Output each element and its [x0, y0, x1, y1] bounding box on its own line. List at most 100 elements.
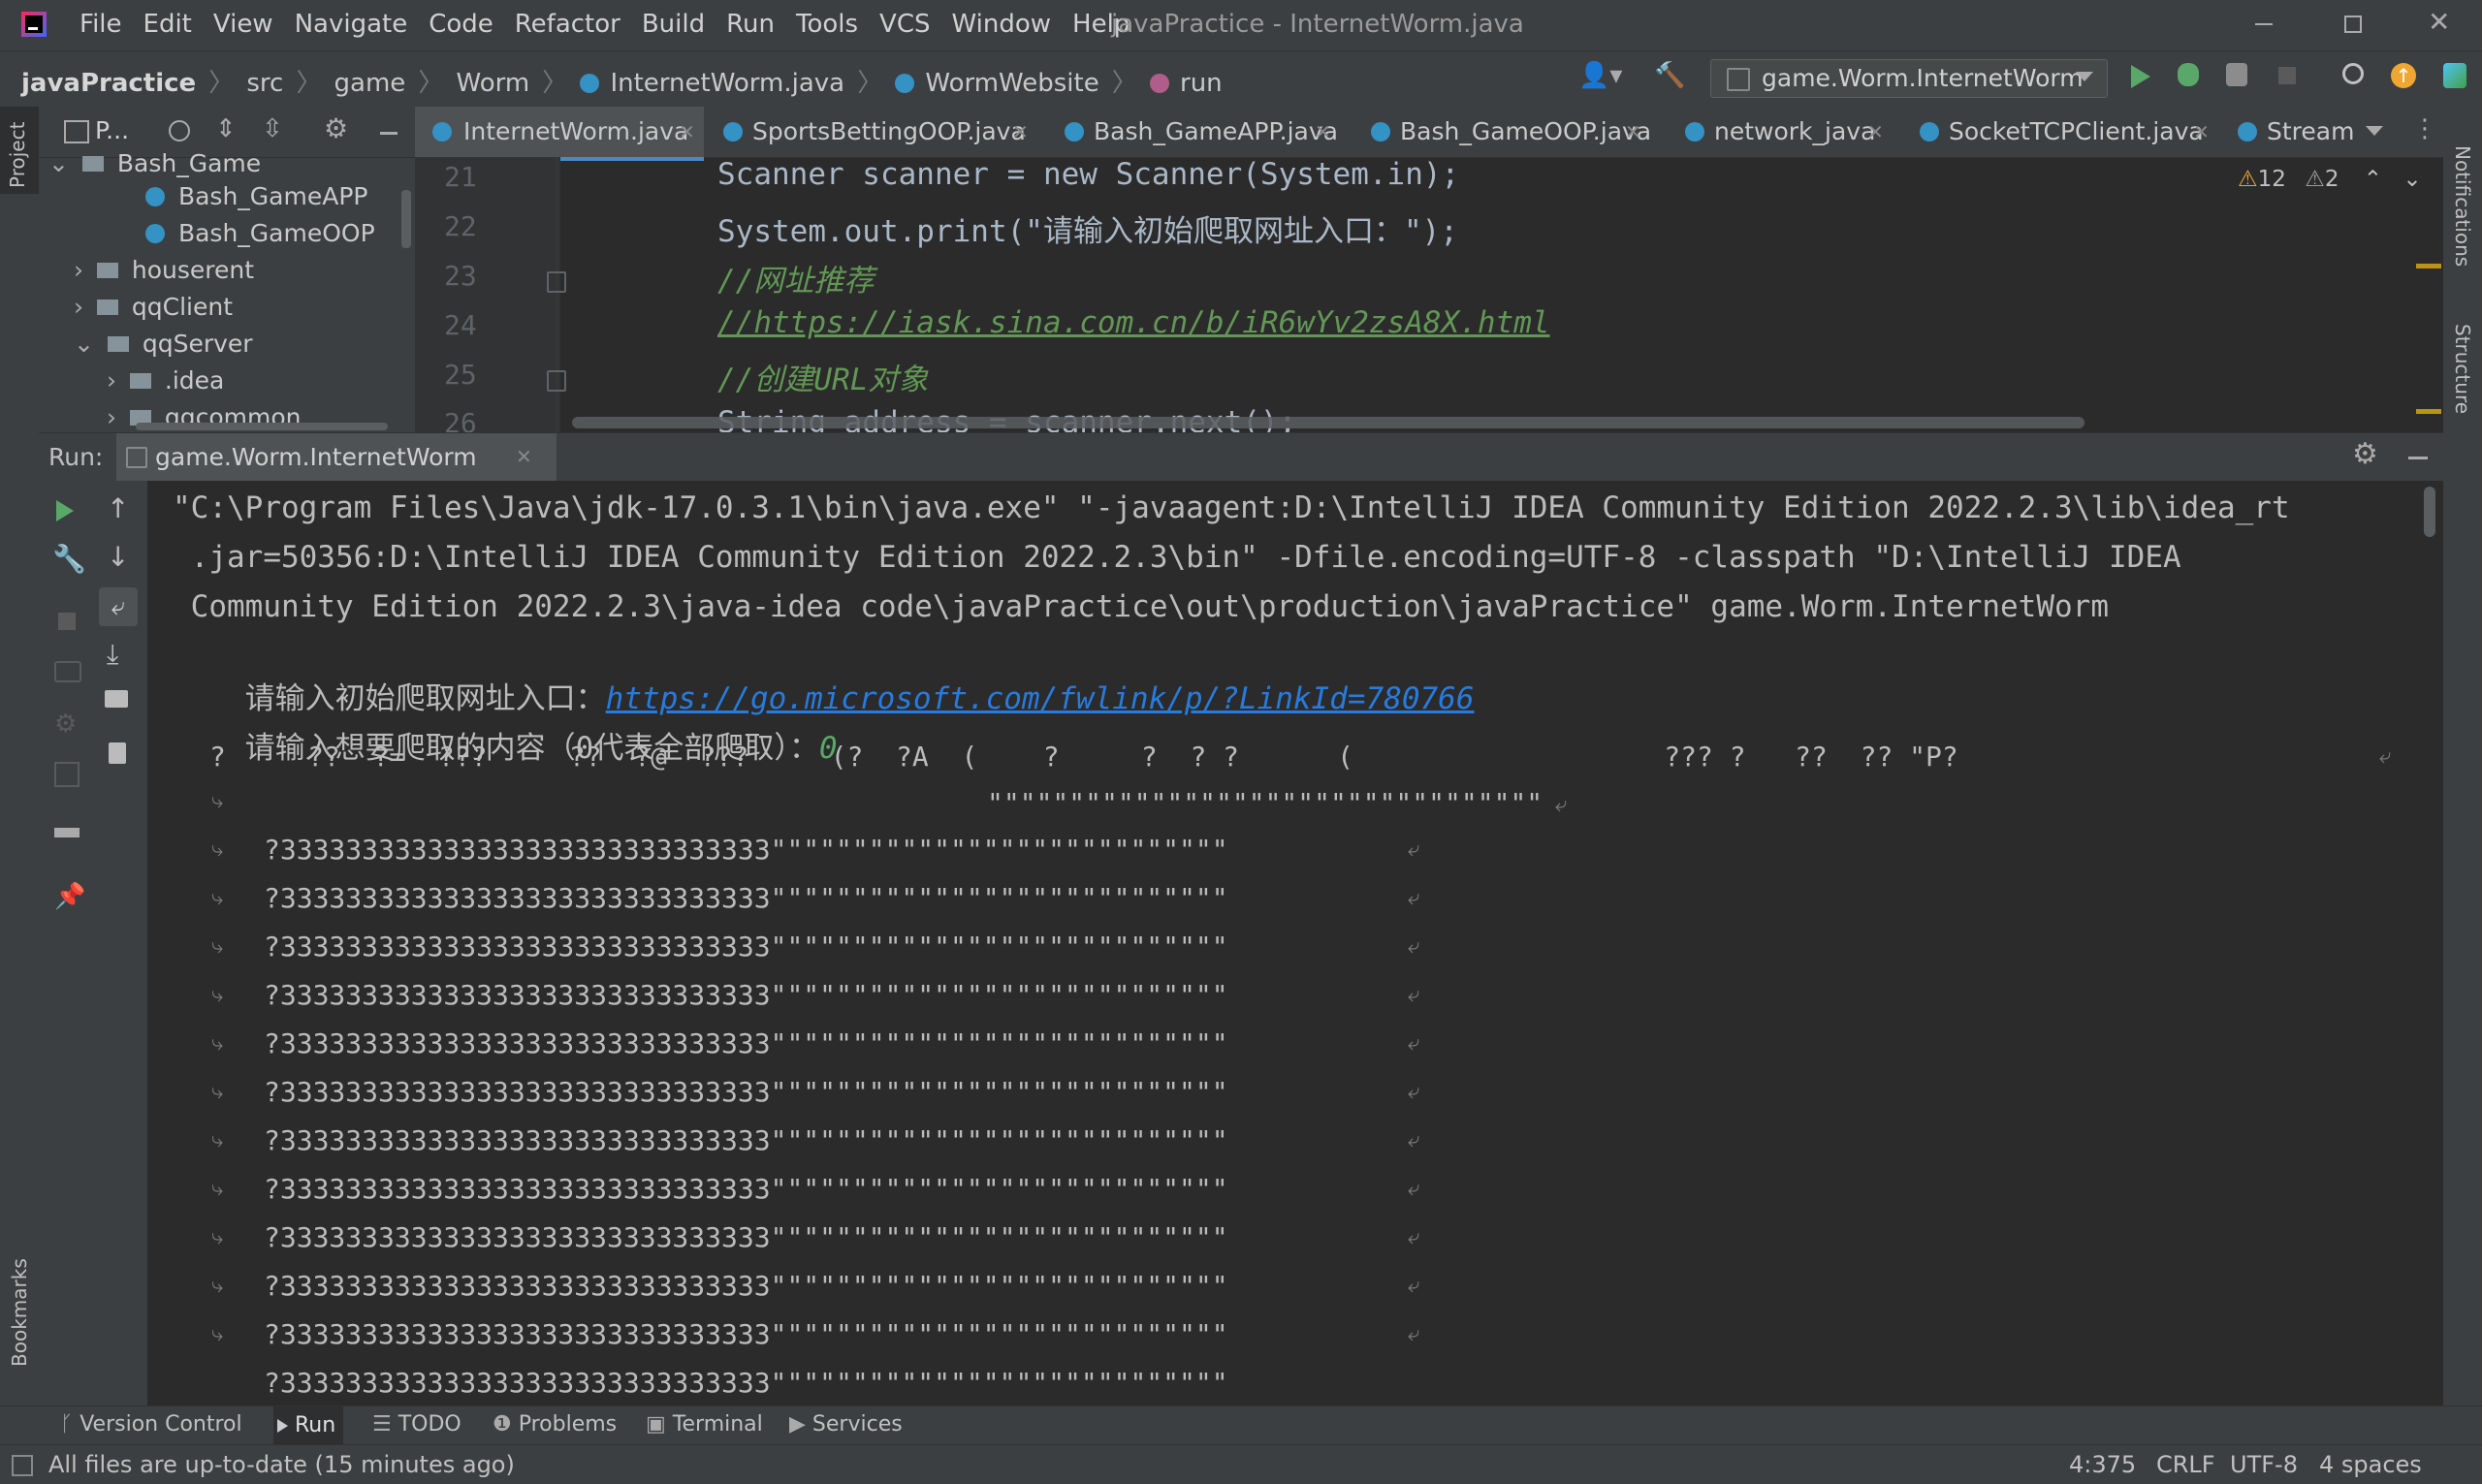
crumb-src[interactable]: src [246, 69, 283, 98]
wrench-icon[interactable]: 🔧 [52, 543, 86, 575]
tool-todo[interactable]: ☰ TODO [372, 1412, 461, 1437]
crumb-project[interactable]: javaPractice [21, 69, 196, 98]
bookmarks-tool-button[interactable]: Bookmarks [0, 1241, 39, 1396]
status-message[interactable]: All files are up-to-date (15 minutes ago… [48, 1451, 515, 1478]
close-icon[interactable]: ✕ [679, 107, 695, 157]
menu-file[interactable]: File [80, 10, 122, 39]
stop-button[interactable] [58, 613, 76, 630]
tab-bash-gameoop[interactable]: Bash_GameOOP.java ✕ [1361, 107, 1656, 157]
structure-tool-button[interactable]: Structure [2443, 310, 2482, 446]
update-icon[interactable]: ↑ [2391, 63, 2416, 88]
more-options-icon[interactable]: ⋮ [2412, 114, 2437, 143]
menu-run[interactable]: Run [726, 10, 775, 39]
close-icon[interactable]: ✕ [1012, 107, 1029, 157]
stop-button[interactable] [2278, 67, 2296, 84]
file-encoding[interactable]: UTF-8 [2230, 1451, 2298, 1478]
tool-version-control[interactable]: ᚴ Version Control [60, 1412, 242, 1437]
tab-sockettcpclient[interactable]: SocketTCPClient.java ✕ [1910, 107, 2222, 157]
tabs-dropdown-icon[interactable] [2366, 126, 2383, 136]
search-icon[interactable] [2342, 63, 2364, 84]
build-hammer-icon[interactable]: 🔨 [1654, 61, 1685, 90]
locate-icon[interactable] [169, 120, 190, 142]
down-arrow-icon[interactable]: ↓ [107, 541, 129, 573]
soft-wrap-icon[interactable]: ⤶ [99, 587, 138, 626]
tab-bash-gameapp[interactable]: Bash_GameAPP.java ✕ [1055, 107, 1346, 157]
menu-edit[interactable]: Edit [143, 10, 192, 39]
minimize-button[interactable] [2255, 23, 2273, 25]
menu-refactor[interactable]: Refactor [515, 10, 620, 39]
menu-navigate[interactable]: Navigate [295, 10, 408, 39]
run-tab[interactable]: game.Worm.InternetWorm ✕ [116, 433, 557, 486]
exit-icon[interactable] [54, 762, 80, 787]
menu-code[interactable]: Code [429, 10, 493, 39]
crumb-file[interactable]: InternetWorm.java [610, 69, 844, 98]
coverage-icon[interactable] [2226, 63, 2247, 86]
caret-position[interactable]: 4:375 [2069, 1451, 2136, 1478]
restore-button[interactable] [2344, 16, 2362, 33]
project-tool-button[interactable]: Project [0, 107, 39, 194]
tree-item-qqclient[interactable]: › qqClient [74, 293, 233, 321]
crumb-game[interactable]: game [334, 69, 406, 98]
indent-settings[interactable]: 4 spaces [2319, 1451, 2422, 1478]
fold-marker-icon[interactable] [547, 271, 566, 293]
camera-icon[interactable] [54, 661, 81, 682]
close-window-button[interactable]: ✕ [2428, 6, 2450, 38]
tool-terminal[interactable]: ▣ Terminal [646, 1412, 763, 1437]
hide-panel-icon[interactable] [380, 132, 398, 135]
close-icon[interactable]: ✕ [1625, 107, 1641, 157]
rerun-button[interactable] [56, 500, 74, 521]
plugin-icon[interactable] [2443, 63, 2466, 88]
expand-all-icon[interactable]: ⇕ [215, 114, 237, 143]
tool-run[interactable]: Run [273, 1406, 344, 1445]
tab-sportsbettingoop[interactable]: SportsBettingOOP.java ✕ [714, 107, 1043, 157]
run-button[interactable] [2131, 65, 2150, 88]
menu-view[interactable]: View [213, 10, 273, 39]
tab-network-java[interactable]: network_java ✕ [1675, 107, 1894, 157]
project-panel-title[interactable]: P... [95, 116, 129, 144]
crumb-class[interactable]: WormWebsite [925, 69, 1098, 98]
editor-horizontal-scrollbar[interactable] [572, 417, 2084, 428]
user-icon[interactable]: 👤▾ [1578, 61, 1622, 90]
hide-panel-icon[interactable] [2408, 457, 2428, 459]
close-icon[interactable]: ✕ [2193, 107, 2210, 157]
tool-problems[interactable]: ❶ Problems [493, 1412, 617, 1437]
gear-icon[interactable]: ⚙ [2352, 437, 2378, 471]
tree-item-qqserver[interactable]: ⌄ qqServer [74, 330, 253, 358]
scroll-to-end-icon[interactable]: ⤓ [107, 638, 118, 671]
status-toggle-icon[interactable] [12, 1455, 33, 1476]
close-icon[interactable]: ✕ [516, 445, 532, 468]
pin-icon[interactable]: 📌 [54, 882, 85, 911]
print-icon[interactable] [105, 690, 128, 708]
menu-window[interactable]: Window [952, 10, 1052, 39]
line-separator[interactable]: CRLF [2156, 1451, 2215, 1478]
notifications-tool-button[interactable]: Notifications [2443, 116, 2482, 291]
menu-build[interactable]: Build [642, 10, 705, 39]
close-icon[interactable]: ✕ [1867, 107, 1884, 157]
tab-internetworm[interactable]: InternetWorm.java ✕ [415, 107, 704, 161]
gear-icon[interactable]: ⚙ [324, 112, 348, 144]
collapse-all-icon[interactable]: ⇳ [262, 114, 283, 143]
tree-item-bash-gameapp[interactable]: Bash_GameAPP [145, 182, 367, 210]
trash-icon[interactable] [109, 742, 126, 764]
tool-services[interactable]: ▶ Services [789, 1412, 903, 1437]
tree-item-idea[interactable]: › .idea [107, 366, 224, 395]
debug-bug-icon[interactable] [2178, 63, 2199, 86]
project-vertical-scrollbar[interactable] [401, 190, 411, 248]
menu-vcs[interactable]: VCS [879, 10, 930, 39]
code-view[interactable]: 21 22 23 24 25 26 Scanner scanner = new … [415, 157, 2412, 432]
menu-tools[interactable]: Tools [796, 10, 858, 39]
console-output[interactable]: "C:\Program Files\Java\jdk-17.0.3.1\bin\… [147, 481, 2443, 1405]
close-icon[interactable]: ✕ [1315, 107, 1331, 157]
settings-disabled-icon[interactable]: ⚙ [54, 710, 77, 739]
crumb-worm[interactable]: Worm [457, 69, 530, 98]
tree-item-bash-gameoop[interactable]: Bash_GameOOP [145, 219, 375, 247]
run-config-selector[interactable]: game.Worm.InternetWorm [1710, 59, 2108, 98]
project-horizontal-scrollbar[interactable] [136, 423, 388, 430]
tab-stream[interactable]: Stream [2228, 107, 2373, 157]
up-arrow-icon[interactable]: ↑ [107, 492, 129, 524]
layout-icon[interactable] [54, 828, 80, 857]
tree-item-houserent[interactable]: › houserent [74, 256, 254, 284]
crumb-method[interactable]: run [1180, 69, 1223, 98]
fold-marker-icon[interactable] [547, 370, 566, 392]
tree-item-bash-game[interactable]: ⌄ Bash_Game [48, 149, 261, 177]
